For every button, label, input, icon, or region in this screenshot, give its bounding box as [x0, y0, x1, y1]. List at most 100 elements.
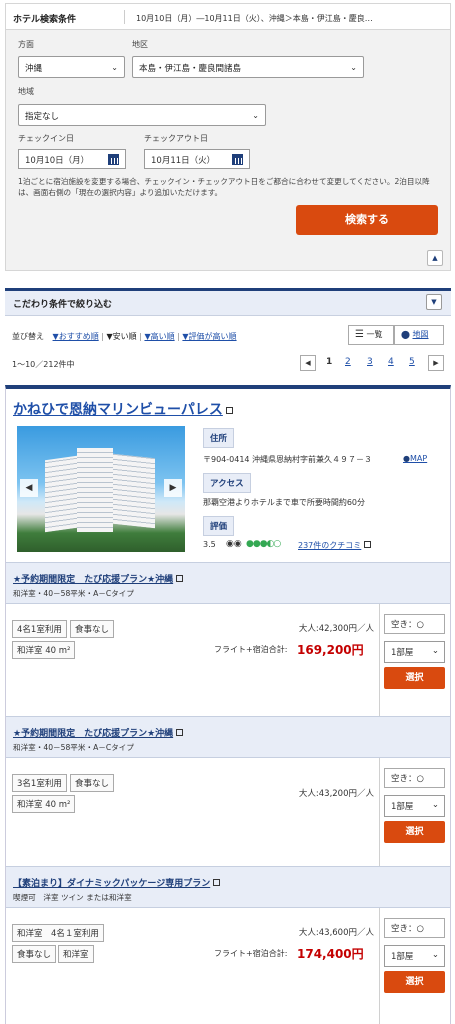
pager-prev-icon[interactable]: ◀	[300, 355, 316, 371]
plan-subtitle: 喫煙可 洋室 ツイン または和洋室	[13, 893, 132, 902]
rating-dots: ●●●◐○	[246, 539, 281, 549]
plan-divider	[379, 604, 380, 716]
calendar-icon[interactable]	[108, 154, 119, 165]
plan-body: 3名1室利用 食事なし 和洋室 40 m² 大人:43,200円／人 空き：○ …	[6, 758, 450, 866]
plan-divider	[379, 908, 380, 1024]
sort-expensive[interactable]: ▼高い順	[144, 332, 174, 341]
results-count: 1～10／212件中	[12, 360, 75, 369]
direction-value: 沖縄	[25, 64, 43, 74]
plan-title-link[interactable]: ★予約期間限定 たび応援プラン★沖縄	[13, 572, 184, 585]
hotel-address: 〒904-0414 沖縄県恩納村字前兼久４９７－３	[203, 455, 373, 464]
plan-chip: 食事なし	[70, 620, 115, 638]
hotel-name-link[interactable]: かねひで恩納マリンビューパレス	[13, 399, 233, 419]
view-list-button[interactable]: ☰ 一覧	[348, 325, 394, 345]
total-label: フライト+宿泊合計:	[214, 949, 288, 958]
page-3[interactable]: 3	[367, 357, 373, 367]
chevron-down-icon: ⌄	[252, 111, 259, 120]
page-1: 1	[326, 357, 333, 367]
room-count-value: 1部屋	[391, 648, 414, 658]
plan-title: 【素泊まり】ダイナミックパッケージ専用プラン	[13, 879, 211, 889]
area-select[interactable]: 本島・伊江島・慶良間諸島 ⌄	[132, 56, 364, 78]
hotel-photo[interactable]: ◀ ▶	[17, 426, 185, 552]
building-shape	[45, 455, 77, 533]
room-count-value: 1部屋	[391, 802, 414, 812]
hotel-card: かねひで恩納マリンビューパレス ◀ ▶ 住所 〒904-0414 沖縄県恩納村字…	[5, 385, 451, 1024]
region-label: 地域	[18, 87, 34, 96]
plan-chip: 4名1室利用	[12, 620, 67, 638]
plan-header: ★予約期間限定 たび応援プラン★沖縄 和洋室・40－58平米・A－Cタイプ	[6, 716, 450, 758]
rating-score: 3.5	[203, 540, 216, 549]
external-link-icon	[176, 575, 184, 582]
region-select[interactable]: 指定なし ⌄	[18, 104, 266, 126]
plan-subtitle: 和洋室・40－58平米・A－Cタイプ	[13, 743, 134, 752]
page-4[interactable]: 4	[388, 357, 394, 367]
map-link-label: MAP	[409, 454, 428, 463]
header-divider	[124, 10, 125, 24]
select-plan-button[interactable]: 選択	[384, 667, 445, 689]
sort-row: 並び替え ▼おすすめ順 | ▼安い順 | ▼高い順 | ▼評価が高い順	[12, 331, 237, 342]
search-summary: 10月10日（月）―10月11日（火）、沖縄＞本島・伊江島・慶良…	[136, 14, 373, 23]
availability: 空き：○	[384, 614, 445, 634]
view-map-label: 地図	[412, 330, 429, 339]
external-link-icon	[225, 407, 233, 414]
plan-header: ★予約期間限定 たび応援プラン★沖縄 和洋室・40－58平米・A－Cタイプ	[6, 562, 450, 604]
rating-tag: 評価	[203, 516, 235, 536]
search-button[interactable]: 検索する	[296, 205, 438, 235]
room-count-select[interactable]: 1部屋 ⌄	[384, 795, 445, 817]
plan-body: 和洋室 4名１室利用 食事なし 和洋室 大人:43,600円／人 フライト+宿泊…	[6, 908, 450, 1024]
external-link-icon	[364, 541, 372, 548]
checkout-value: 10月11日（火）	[151, 156, 216, 166]
region-value: 指定なし	[25, 112, 60, 122]
sort-rating[interactable]: ▼評価が高い順	[182, 332, 236, 341]
chevron-down-icon: ⌄	[350, 63, 357, 72]
adult-price: 大人:42,300円／人	[298, 624, 374, 634]
room-count-select[interactable]: 1部屋 ⌄	[384, 945, 445, 967]
map-pin-icon: ⬤	[401, 330, 410, 339]
tripadvisor-icon: ◉◉	[226, 539, 242, 549]
sort-recommended[interactable]: ▼おすすめ順	[53, 332, 99, 341]
address-tag: 住所	[203, 428, 235, 448]
plan-chip: 和洋室	[58, 945, 94, 963]
plan-title-link[interactable]: 【素泊まり】ダイナミックパッケージ専用プラン	[13, 876, 221, 889]
view-map-button[interactable]: ⬤ 地図	[394, 325, 444, 345]
checkin-date-input[interactable]: 10月10日（月）	[18, 149, 126, 169]
adult-price: 大人:43,600円／人	[298, 928, 374, 938]
map-pin-icon: ●	[403, 454, 410, 463]
total-price: 169,200円	[297, 643, 364, 657]
availability: 空き：○	[384, 918, 445, 938]
adult-price: 大人:43,200円／人	[298, 789, 374, 799]
plan-title-link[interactable]: ★予約期間限定 たび応援プラン★沖縄	[13, 726, 184, 739]
page-2[interactable]: 2	[345, 357, 351, 367]
plan-chip: 3名1室利用	[12, 774, 67, 792]
review-link[interactable]: 237件のクチコミ	[298, 540, 372, 551]
chevron-down-icon: ⌄	[111, 63, 118, 72]
select-plan-button[interactable]: 選択	[384, 821, 445, 843]
list-icon: ☰	[355, 329, 364, 340]
search-header: ホテル検索条件 10月10日（月）―10月11日（火）、沖縄＞本島・伊江島・慶良…	[6, 4, 450, 30]
checkout-date-input[interactable]: 10月11日（火）	[144, 149, 250, 169]
pager-next-icon[interactable]: ▶	[428, 355, 444, 371]
hotel-access: 那覇空港よりホテルまで車で所要時間約60分	[203, 498, 366, 507]
calendar-icon[interactable]	[232, 154, 243, 165]
collapse-up-icon[interactable]: ▲	[427, 250, 443, 266]
plan-chip: 食事なし	[12, 945, 57, 963]
page-5[interactable]: 5	[409, 357, 415, 367]
room-count-select[interactable]: 1部屋 ⌄	[384, 641, 445, 663]
plan-chip: 和洋室 4名１室利用	[12, 924, 104, 942]
filter-bar[interactable]: こだわり条件で絞り込む ▼	[5, 288, 451, 316]
plan-title: ★予約期間限定 たび応援プラン★沖縄	[13, 729, 174, 739]
sort-cheapest[interactable]: ▼安い順	[107, 332, 137, 341]
external-link-icon	[176, 729, 184, 736]
select-plan-button[interactable]: 選択	[384, 971, 445, 993]
date-change-note: 1泊ごとに宿泊施設を変更する場合、チェックイン・チェックアウト日をご都合に合わせ…	[18, 177, 430, 197]
direction-select[interactable]: 沖縄 ⌄	[18, 56, 125, 78]
filter-title: こだわり条件で絞り込む	[13, 300, 113, 310]
chevron-down-icon: ⌄	[431, 950, 439, 960]
map-link[interactable]: ●MAP	[403, 454, 427, 463]
total-label: フライト+宿泊合計:	[214, 645, 288, 654]
access-tag: アクセス	[203, 473, 251, 493]
expand-down-icon[interactable]: ▼	[426, 294, 442, 310]
photo-next-icon[interactable]: ▶	[164, 479, 182, 497]
plan-chip: 食事なし	[70, 774, 115, 792]
photo-prev-icon[interactable]: ◀	[20, 479, 38, 497]
